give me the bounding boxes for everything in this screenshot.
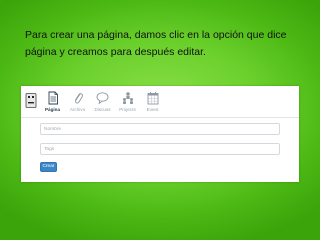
tool-file-label: Archivo (69, 107, 86, 112)
tool-discuss-label: Discuss (94, 107, 111, 112)
robot-icon (24, 92, 38, 108)
instruction-text: Para crear una página, damos clic en la … (25, 29, 287, 58)
tool-event-label: Event (146, 107, 159, 112)
tool-projects-label: Projects (119, 107, 136, 112)
tool-page[interactable]: Página (40, 89, 65, 117)
tool-file[interactable]: Archivo (65, 89, 90, 117)
create-button[interactable]: Crear (40, 162, 57, 172)
name-input[interactable] (40, 123, 280, 135)
create-page-panel: Página Archivo Discuss Projects Event No… (21, 86, 299, 182)
tags-input[interactable] (40, 143, 280, 155)
tool-page-label: Página (44, 107, 61, 112)
speech-bubble-icon (96, 92, 109, 104)
calendar-icon (147, 92, 158, 105)
people-icon (122, 92, 133, 104)
tool-event[interactable]: Event (140, 89, 165, 117)
page-icon (48, 91, 58, 105)
paperclip-icon (74, 93, 83, 104)
tool-projects[interactable]: Projects (115, 89, 140, 117)
tool-discuss[interactable]: Discuss (90, 89, 115, 117)
content-type-toolbar: Página Archivo Discuss Projects Event (21, 86, 299, 118)
